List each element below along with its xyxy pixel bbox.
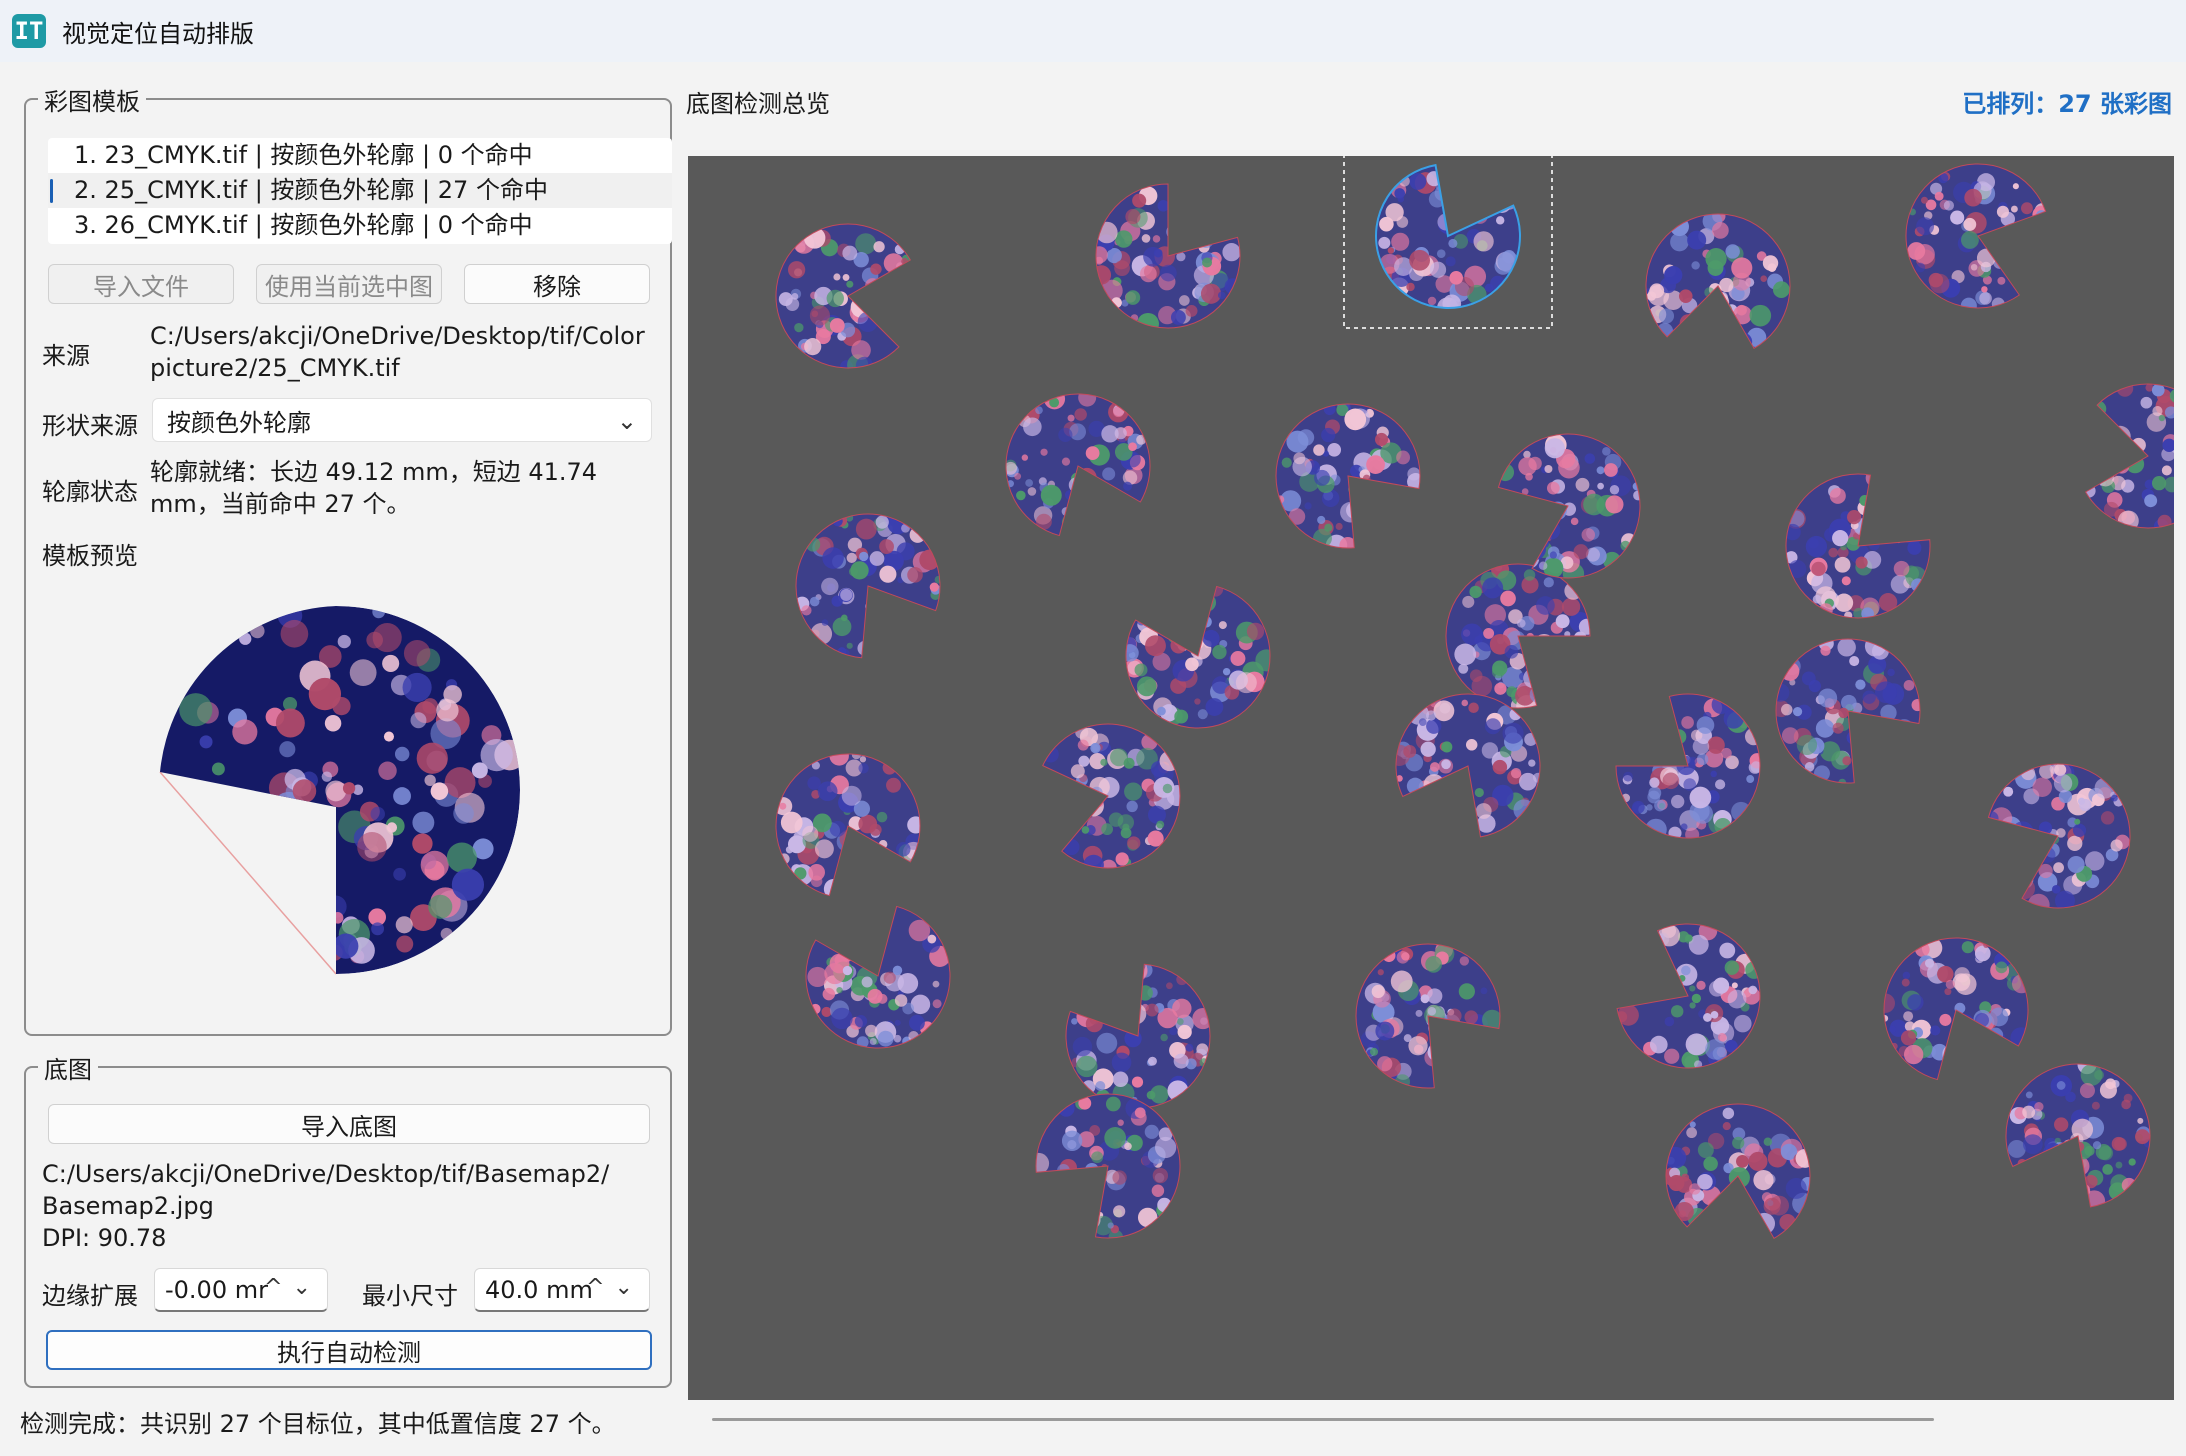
detected-target[interactable]	[1616, 922, 1763, 1069]
base-map-svg[interactable]	[688, 156, 2174, 1400]
contour-status: 轮廓就绪：长边 49.12 mm，短边 41.74 mm，当前命中 27 个。	[150, 456, 597, 520]
run-detection-button[interactable]: 执行自动检测	[46, 1330, 652, 1370]
placed-count: 已排列：27 张彩图	[1962, 90, 2172, 118]
detected-target[interactable]	[1028, 1094, 1180, 1244]
detected-target[interactable]	[1642, 209, 1790, 363]
base-map-path-line: Basemap2.jpg	[42, 1192, 214, 1220]
template-preview-image	[159, 606, 520, 975]
min-size-label: 最小尺寸	[362, 1282, 458, 1310]
template-list[interactable]: 1. 23_CMYK.tif | 按颜色外轮廓 | 0 个命中 2. 25_CM…	[48, 138, 672, 244]
source-label: 来源	[42, 342, 90, 370]
min-size-spinbox[interactable]: 40.0 mm ^⌄	[474, 1268, 650, 1312]
template-list-item[interactable]: 3. 26_CMYK.tif | 按颜色外轮廓 | 0 个命中	[48, 208, 672, 243]
overview-title: 底图检测总览	[686, 90, 830, 118]
contour-status-label: 轮廓状态	[42, 478, 138, 506]
contour-status-line: mm，当前命中 27 个。	[150, 490, 411, 518]
base-map-dpi: DPI: 90.78	[42, 1224, 167, 1252]
detected-target[interactable]	[1984, 762, 2130, 916]
chevron-down-icon: ⌄	[616, 407, 637, 435]
detected-target[interactable]	[1090, 184, 1240, 335]
title-bar: IT 视觉定位自动排版	[0, 0, 2186, 62]
detected-target[interactable]	[1876, 938, 2033, 1082]
detected-target[interactable]	[1066, 958, 1214, 1108]
detected-target[interactable]	[1771, 636, 1924, 787]
base-map-path-line: C:/Users/akcji/OneDrive/Desktop/tif/Base…	[42, 1160, 610, 1188]
spin-arrows-icon[interactable]: ^⌄	[586, 1275, 643, 1300]
shape-source-select[interactable]: 按颜色外轮廓 ⌄	[152, 398, 652, 442]
template-group: 彩图模板 1. 23_CMYK.tif | 按颜色外轮廓 | 0 个命中 2. …	[24, 82, 672, 1036]
edge-expand-value: -0.00 mr	[165, 1275, 268, 1304]
template-list-item[interactable]: 1. 23_CMYK.tif | 按颜色外轮廓 | 0 个命中	[48, 138, 672, 173]
template-group-legend: 彩图模板	[38, 82, 146, 117]
contour-status-line: 轮廓就绪：长边 49.12 mm，短边 41.74	[150, 458, 598, 486]
edge-expand-spinbox[interactable]: -0.00 mr ^⌄	[154, 1268, 328, 1312]
horizontal-scrollbar[interactable]	[712, 1418, 1934, 1421]
source-path-line: C:/Users/akcji/OneDrive/Desktop/tif/Colo…	[150, 322, 645, 350]
base-map-group: 底图 导入底图 C:/Users/akcji/OneDrive/Desktop/…	[24, 1050, 672, 1388]
source-path-line: picture2/25_CMYK.tif	[150, 354, 400, 382]
detected-target[interactable]	[1663, 1104, 1815, 1249]
app-icon: IT	[12, 14, 46, 48]
base-map-info: C:/Users/akcji/OneDrive/Desktop/tif/Base…	[42, 1158, 609, 1254]
min-size-value: 40.0 mm	[485, 1275, 593, 1304]
detected-target[interactable]	[1004, 388, 1150, 544]
preview-label: 模板预览	[42, 542, 138, 570]
shape-source-label: 形状来源	[42, 412, 138, 440]
detected-target[interactable]	[2006, 1055, 2153, 1212]
detected-target[interactable]	[2073, 380, 2174, 534]
remove-button[interactable]: 移除	[464, 264, 650, 304]
spin-arrows-icon[interactable]: ^⌄	[264, 1275, 321, 1300]
base-map-canvas[interactable]	[688, 156, 2174, 1400]
detected-target[interactable]	[1616, 694, 1765, 842]
import-base-map-button[interactable]: 导入底图	[48, 1104, 650, 1144]
template-list-item-selected[interactable]: 2. 25_CMYK.tif | 按颜色外轮廓 | 27 个命中	[48, 173, 672, 208]
source-path: C:/Users/akcji/OneDrive/Desktop/tif/Colo…	[150, 320, 645, 384]
use-selected-button[interactable]: 使用当前选中图	[256, 264, 442, 304]
import-file-button[interactable]: 导入文件	[48, 264, 234, 304]
detected-target[interactable]	[776, 224, 925, 375]
status-bar-text: 检测完成：共识别 27 个目标位，其中低置信度 27 个。	[20, 1410, 616, 1438]
shape-source-value: 按颜色外轮廓	[167, 408, 311, 437]
edge-expand-label: 边缘扩展	[42, 1282, 138, 1310]
window-title: 视觉定位自动排版	[62, 19, 254, 48]
base-map-group-legend: 底图	[38, 1050, 98, 1085]
